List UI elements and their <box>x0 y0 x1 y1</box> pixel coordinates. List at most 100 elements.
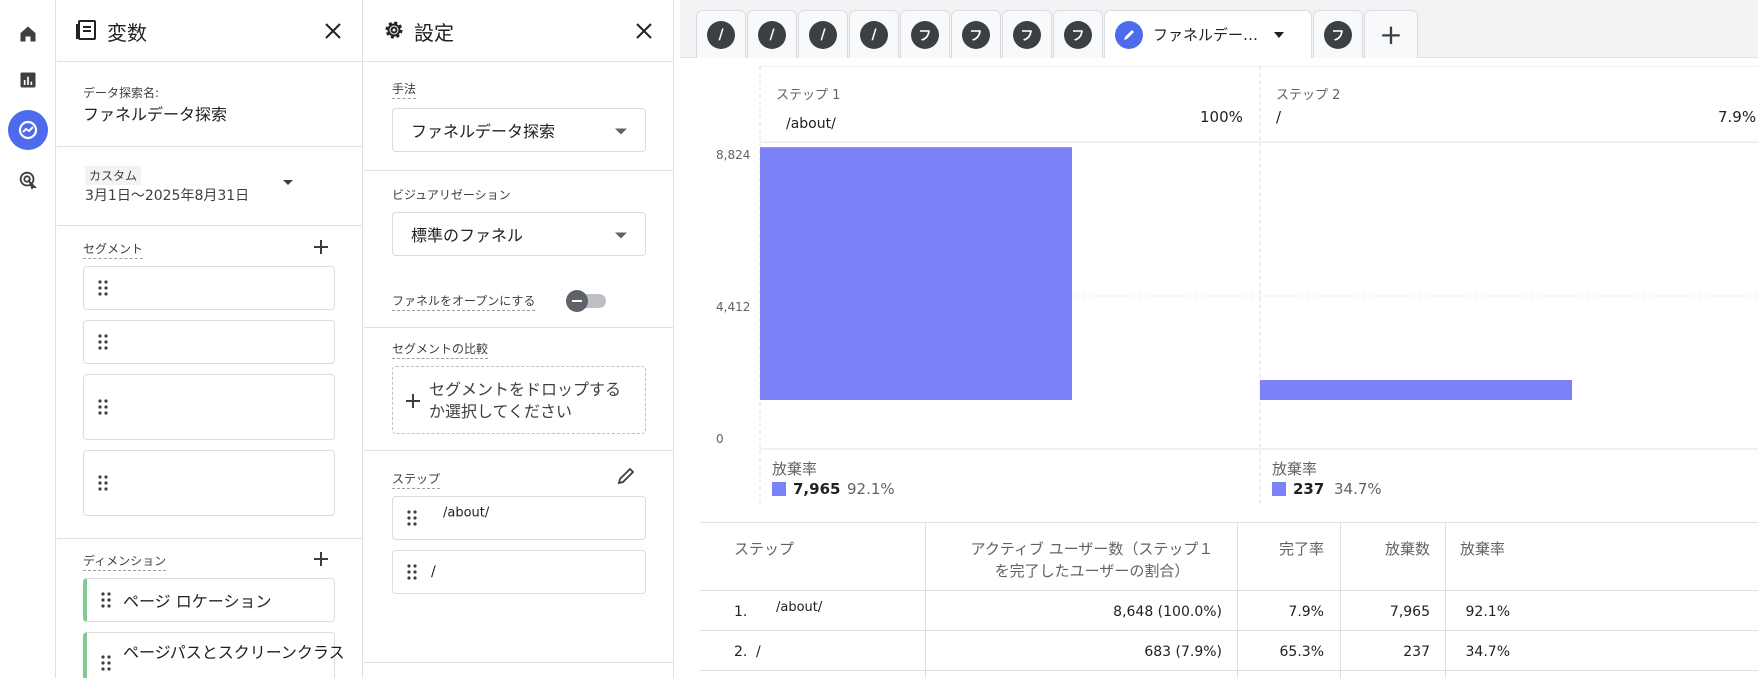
chevron-down-icon <box>615 232 627 239</box>
tab-5[interactable]: フ <box>900 10 950 58</box>
segment-slot-2[interactable] <box>83 320 335 364</box>
technique-label: 手法 <box>392 80 417 99</box>
th-step[interactable]: ステップ <box>734 538 794 559</box>
pencil-icon <box>1115 20 1143 49</box>
segment-slot-4[interactable] <box>83 450 335 516</box>
visualization-value: 標準のファネル <box>411 226 524 245</box>
variables-panel: 変数 データ探索名: ファネルデータ探索 カスタム 3月1日～2025年8月31… <box>57 0 363 678</box>
step-chip-1[interactable]: /about/ <box>392 496 646 540</box>
visualization-label: ビジュアリゼーション <box>392 188 511 202</box>
th-completion[interactable]: 完了率 <box>1260 538 1324 559</box>
segment-slot-3[interactable] <box>83 374 335 440</box>
dimensions-label: ディメンション <box>83 552 167 571</box>
dimension-label-1: ページ ロケーション <box>123 592 272 611</box>
abandon-swatch-1 <box>772 482 786 496</box>
toggle-knob-icon[interactable] <box>566 290 588 312</box>
segment-drop-zone[interactable]: セグメントをドロップする か選択してください <box>392 366 646 434</box>
chevron-down-icon <box>615 128 627 135</box>
add-dimension-plus-icon[interactable] <box>309 547 333 571</box>
row-abandon-rate: 92.1% <box>1465 604 1510 620</box>
tab-6[interactable]: フ <box>951 10 1001 58</box>
tab-bar: / / / / フ フ フ フ ファネルデー… フ + <box>680 0 1758 58</box>
th-abandons[interactable]: 放棄数 <box>1360 538 1430 559</box>
settings-title: 設定 <box>414 21 454 45</box>
tab-3[interactable]: / <box>798 10 848 58</box>
tab-4[interactable]: / <box>849 10 899 58</box>
tab-1[interactable]: / <box>696 10 746 58</box>
drag-handle-icon[interactable] <box>101 655 111 671</box>
exploration-name-label: データ探索名: <box>83 86 160 100</box>
left-nav <box>0 0 56 678</box>
row-abandons: 237 <box>1403 644 1430 660</box>
step-2-header: ステップ 2 <box>1276 88 1341 103</box>
pencil-icon[interactable] <box>616 466 636 490</box>
row-step: /about/ <box>776 600 823 615</box>
reports-icon[interactable] <box>8 60 48 100</box>
row-step: / <box>756 644 761 660</box>
abandon-rate-2: 34.7% <box>1334 480 1382 498</box>
advertising-icon[interactable] <box>8 160 48 200</box>
close-icon[interactable] <box>631 18 657 44</box>
technique-select[interactable]: ファネルデータ探索 <box>392 108 646 152</box>
add-tab-button[interactable]: + <box>1364 10 1418 58</box>
tab-9[interactable]: フ <box>1313 10 1363 58</box>
tab-active-funnel[interactable]: ファネルデー… <box>1104 10 1312 58</box>
variables-title: 変数 <box>107 21 147 45</box>
funnel-chart: ステップ 1 /about/ 100% ステップ 2 / 7.9% 8,824 … <box>700 65 1758 506</box>
row-index: 2. <box>734 644 748 660</box>
tab-7[interactable]: フ <box>1002 10 1052 58</box>
drag-handle-icon[interactable] <box>407 564 417 580</box>
drag-handle-icon[interactable] <box>98 475 108 491</box>
settings-header: 設定 <box>364 0 673 62</box>
add-segment-plus-icon[interactable] <box>309 235 333 259</box>
dimension-chip-1[interactable]: ページ ロケーション <box>83 578 335 622</box>
date-range[interactable]: 3月1日～2025年8月31日 <box>85 185 249 205</box>
abandon-swatch-2 <box>1272 482 1286 496</box>
drag-handle-icon[interactable] <box>98 334 108 350</box>
explore-icon[interactable] <box>8 110 48 150</box>
chevron-down-icon[interactable] <box>1274 31 1285 38</box>
tab-active-label: ファネルデー… <box>1153 26 1259 44</box>
row-users: 8,648 (100.0%) <box>1113 604 1222 620</box>
segment-slot-1[interactable] <box>83 266 335 310</box>
step-1-name: /about/ <box>786 116 836 132</box>
close-icon[interactable] <box>320 18 346 44</box>
abandon-label-2: 放棄率 <box>1272 460 1318 478</box>
tab-8[interactable]: フ <box>1053 10 1103 58</box>
plus-icon: + <box>1379 17 1403 51</box>
gear-icon <box>382 18 406 46</box>
drag-handle-icon[interactable] <box>101 592 111 608</box>
tab-2[interactable]: / <box>747 10 797 58</box>
settings-panel: 設定 手法 ファネルデータ探索 ビジュアリゼーション 標準のファネル ファネルを… <box>364 0 674 678</box>
home-icon[interactable] <box>8 14 48 54</box>
abandon-count-1: 7,965 <box>793 480 841 498</box>
y-tick-mid: 4,412 <box>716 300 751 314</box>
open-funnel-toggle[interactable] <box>566 290 606 312</box>
funnel-bar-step-1[interactable] <box>760 147 1072 400</box>
step-label-1: /about/ <box>443 505 490 521</box>
abandon-label-1: 放棄率 <box>772 460 818 478</box>
dimension-chip-2[interactable]: ページパスとスクリーンクラス <box>83 632 345 678</box>
th-active-users-line2[interactable]: を完了したユーザーの割合） <box>962 560 1222 581</box>
step-2-name: / <box>1276 108 1282 126</box>
step-chip-2[interactable]: / <box>392 550 646 594</box>
date-caret-icon[interactable] <box>283 180 293 185</box>
list-icon <box>75 18 99 46</box>
plus-icon <box>406 394 420 408</box>
dimension-label-2: ページパスとスクリーンクラス <box>123 643 345 662</box>
drag-handle-icon[interactable] <box>98 399 108 415</box>
funnel-bar-step-2[interactable] <box>1260 380 1572 400</box>
steps-label: ステップ <box>392 470 441 489</box>
open-funnel-label: ファネルをオープンにする <box>392 292 536 311</box>
drag-handle-icon[interactable] <box>407 510 417 526</box>
th-active-users-line1[interactable]: アクティブ ユーザー数（ステップ１ <box>962 538 1222 559</box>
th-abandon-rate[interactable]: 放棄率 <box>1460 538 1530 559</box>
drag-handle-icon[interactable] <box>98 280 108 296</box>
step-1-header: ステップ 1 <box>776 88 841 103</box>
visualization-select[interactable]: 標準のファネル <box>392 212 646 256</box>
exploration-name[interactable]: ファネルデータ探索 <box>83 101 227 125</box>
y-tick-max: 8,824 <box>716 148 751 162</box>
step-2-pct: 7.9% <box>1718 108 1757 126</box>
row-index: 1. <box>734 604 748 620</box>
y-tick-zero: 0 <box>716 432 724 446</box>
